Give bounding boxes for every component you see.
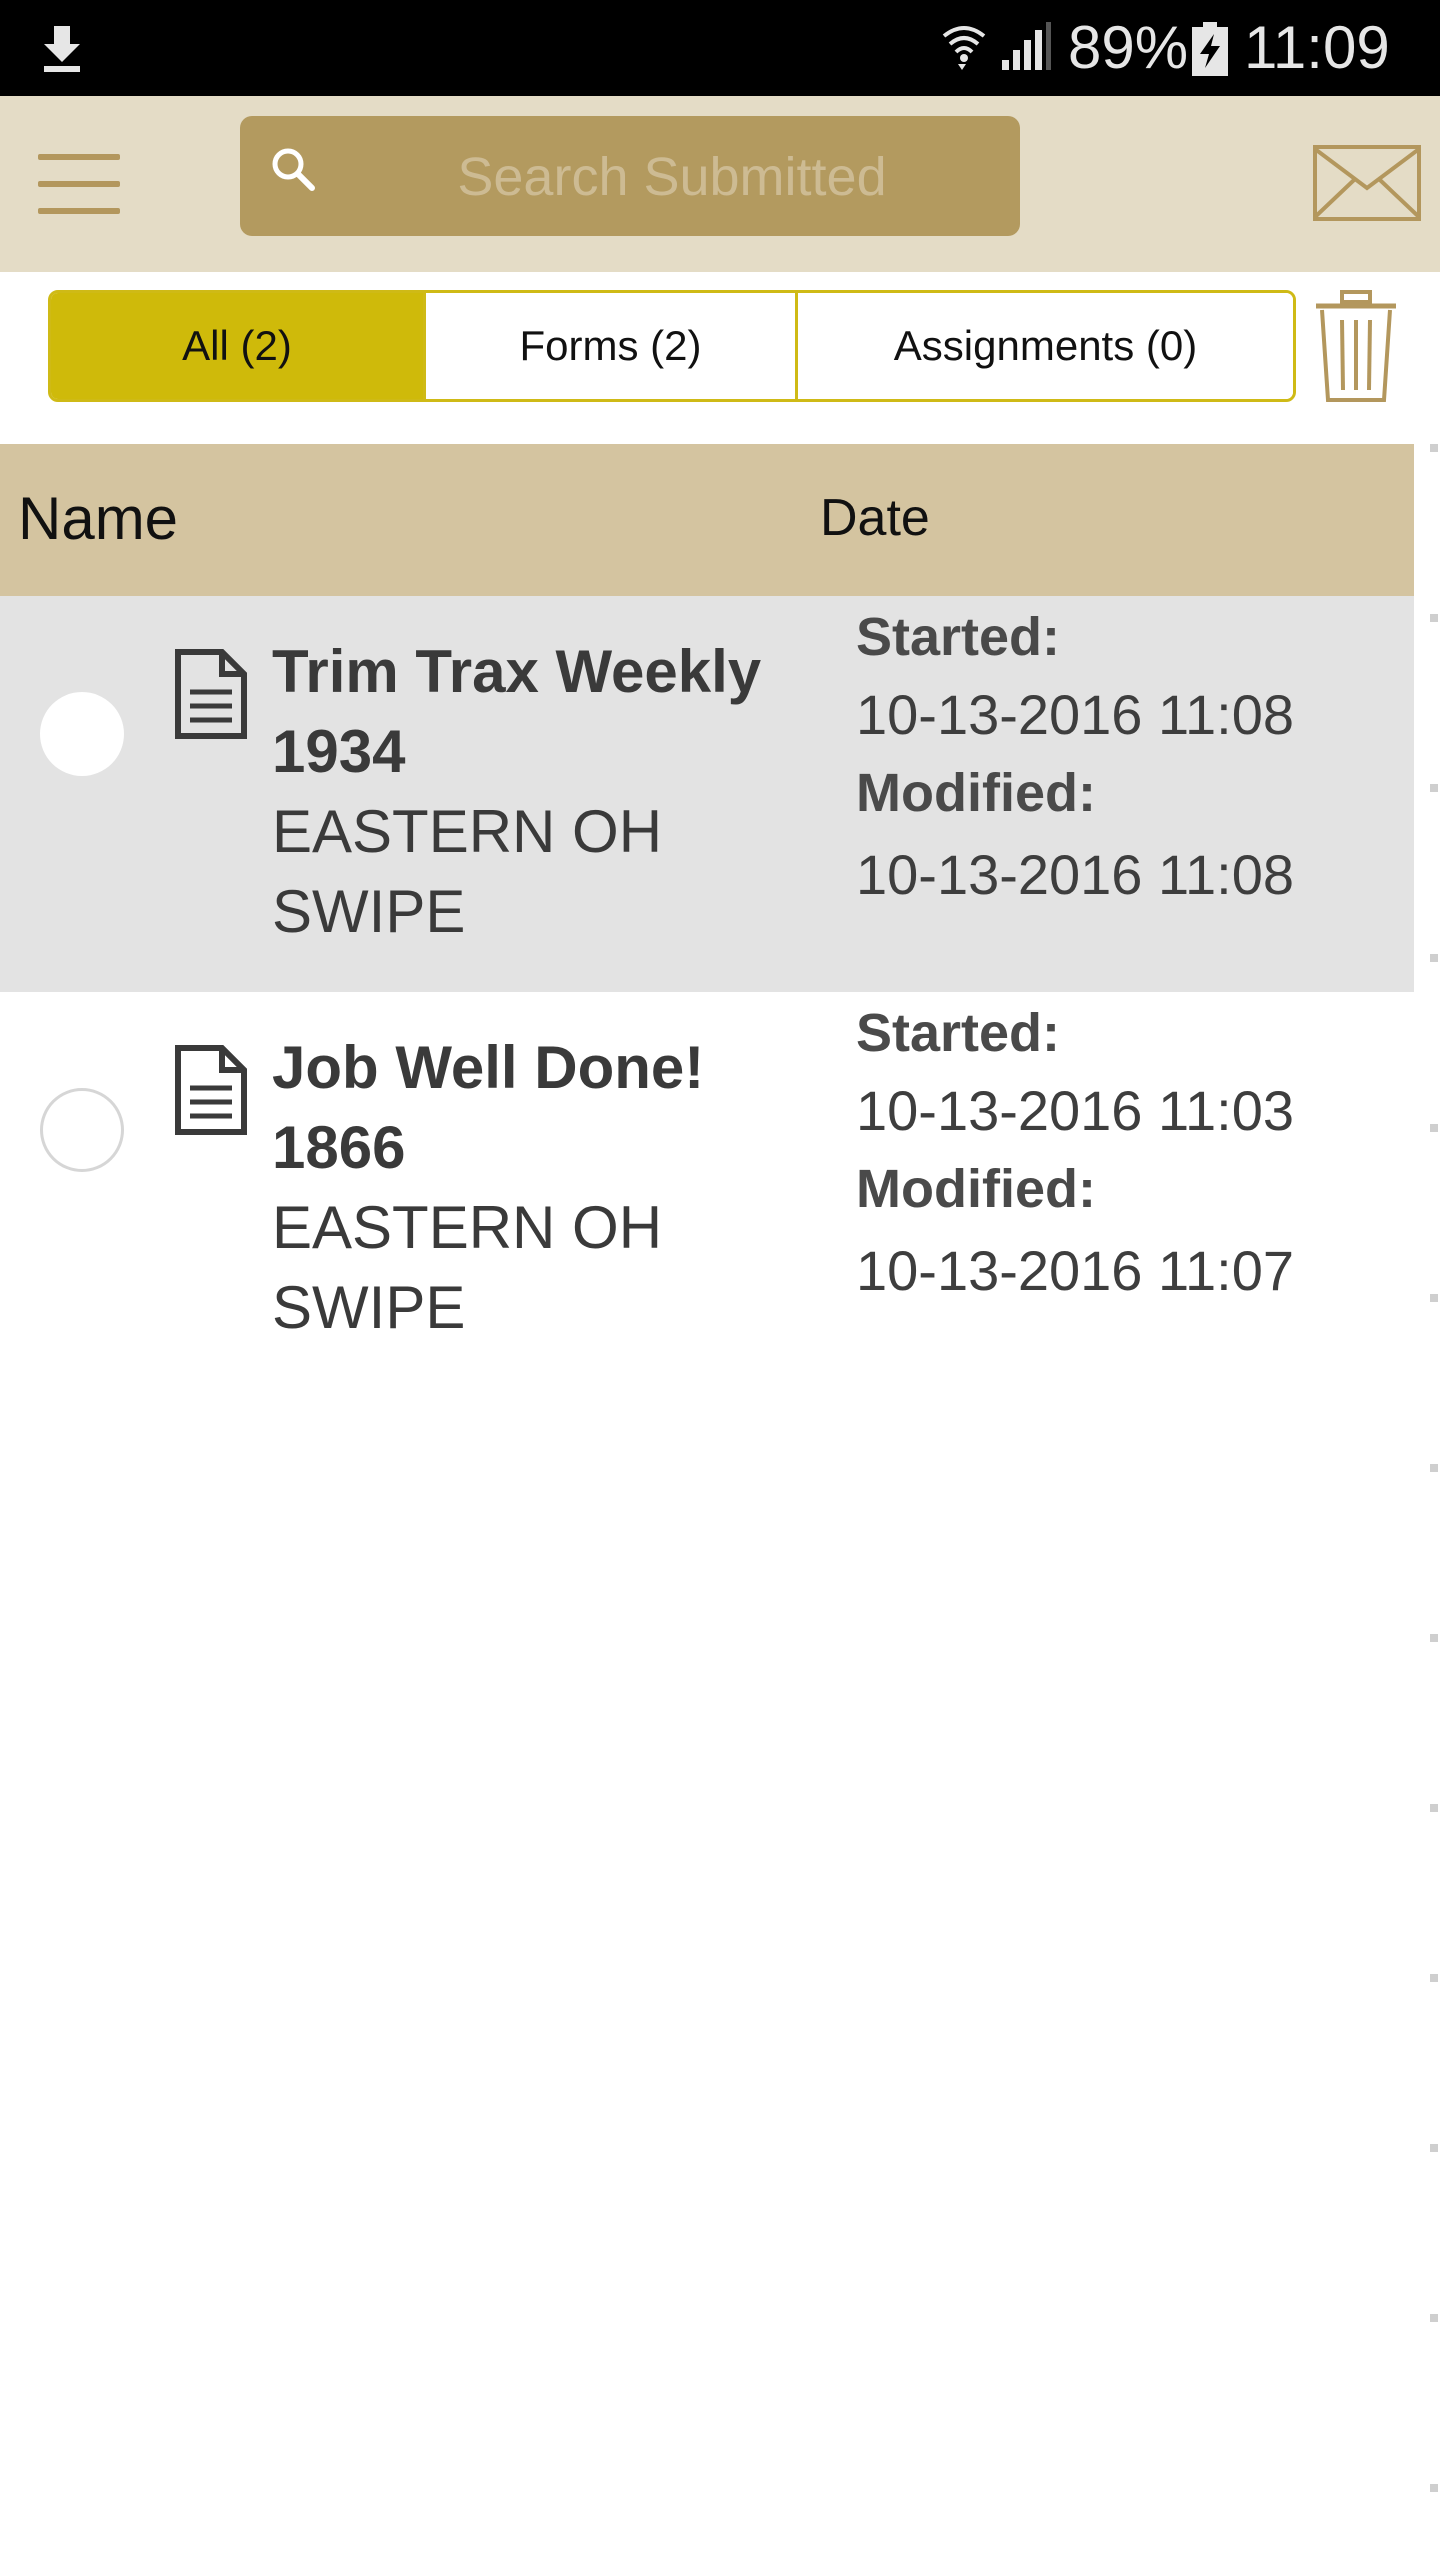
- signal-icon: [1002, 22, 1051, 70]
- form-title: Trim Trax Weekly 1934: [272, 638, 762, 785]
- form-subtitle: EASTERN OH SWIPE: [272, 798, 663, 945]
- search-bar[interactable]: [240, 116, 1020, 238]
- modified-date: 10-13-2016 11:07: [856, 1239, 1294, 1302]
- document-icon: [175, 649, 247, 739]
- app-header: [0, 96, 1440, 272]
- tab-all[interactable]: All (2): [51, 293, 423, 399]
- form-subtitle: EASTERN OH SWIPE: [272, 1194, 663, 1341]
- table-header: Name Date: [0, 444, 1414, 596]
- column-name: Name: [18, 485, 179, 552]
- status-bar: 89% 11:09: [0, 0, 1440, 96]
- hamburger-icon[interactable]: [38, 154, 120, 214]
- filter-tabs: All (2) Forms (2) Assignments (0): [48, 290, 1296, 402]
- clock: 11:09: [1244, 14, 1390, 81]
- trash-icon[interactable]: [1312, 290, 1400, 404]
- wifi-icon: [942, 26, 986, 70]
- form-title: Job Well Done! 1866: [272, 1034, 705, 1181]
- modified-date: 10-13-2016 11:08: [856, 843, 1294, 906]
- search-input[interactable]: [360, 116, 984, 238]
- tab-assignments[interactable]: Assignments (0): [795, 293, 1293, 399]
- scroll-indicator: [1430, 444, 1440, 2560]
- battery-charging-icon: [1192, 22, 1228, 76]
- modified-label: Modified:: [856, 1159, 1096, 1219]
- started-date: 10-13-2016 11:03: [856, 1079, 1294, 1142]
- column-date: Date: [820, 489, 930, 547]
- modified-label: Modified:: [856, 763, 1096, 823]
- started-label: Started:: [856, 1003, 1061, 1063]
- select-radio[interactable]: [40, 1088, 124, 1172]
- select-radio[interactable]: [40, 692, 124, 776]
- started-label: Started:: [856, 607, 1061, 667]
- started-date: 10-13-2016 11:08: [856, 683, 1294, 746]
- download-icon: [44, 26, 80, 72]
- envelope-icon[interactable]: [1312, 144, 1422, 222]
- tab-forms[interactable]: Forms (2): [423, 293, 795, 399]
- document-icon: [175, 1045, 247, 1135]
- table-row[interactable]: Trim Trax Weekly 1934 EASTERN OH SWIPE S…: [0, 596, 1414, 992]
- battery-percent: 89%: [1068, 14, 1189, 81]
- search-icon: [272, 148, 315, 191]
- table-row[interactable]: Job Well Done! 1866 EASTERN OH SWIPE Sta…: [0, 992, 1414, 1388]
